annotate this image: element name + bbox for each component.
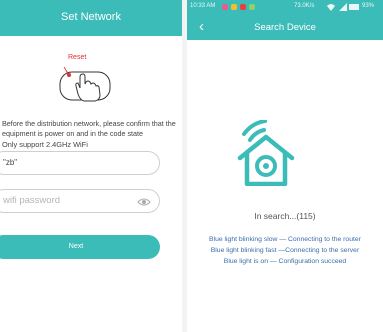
instructions-text: Before the distribution network, please … bbox=[2, 119, 176, 138]
header-bar: Set Network bbox=[0, 0, 182, 36]
legend-item: Blue light blinking slow — Connecting to… bbox=[209, 236, 361, 243]
wifi-signal-icon bbox=[327, 4, 335, 11]
password-field[interactable]: wifi password bbox=[0, 189, 160, 213]
notification-icon bbox=[231, 4, 237, 10]
network-speed: 73.0K/s bbox=[294, 3, 315, 9]
next-button[interactable]: Next bbox=[0, 235, 160, 259]
page-title: Set Network bbox=[61, 11, 121, 23]
search-status: In search...(115) bbox=[254, 211, 316, 221]
password-placeholder: wifi password bbox=[3, 195, 61, 206]
hand-press-reset-icon bbox=[59, 66, 111, 102]
notification-icon bbox=[249, 4, 255, 10]
smart-home-search-icon bbox=[237, 120, 295, 186]
battery-percent: 93% bbox=[362, 3, 375, 9]
ssid-field[interactable]: "zb" bbox=[0, 151, 160, 175]
notification-icon bbox=[222, 4, 228, 10]
reset-label: Reset bbox=[68, 54, 87, 61]
status-time: 10:33 AM bbox=[190, 3, 216, 9]
page-title: Search Device bbox=[254, 22, 316, 33]
ssid-value: "zb" bbox=[3, 158, 18, 167]
battery-icon bbox=[349, 4, 359, 10]
search-device-screen: 10:33 AM 73.0K/s 93% ‹ Search Device In … bbox=[187, 0, 383, 332]
header-bar: ‹ Search Device bbox=[187, 14, 383, 40]
cell-signal-icon bbox=[339, 3, 347, 11]
set-network-screen: Set Network Reset Before the distributio… bbox=[0, 0, 182, 332]
legend-item: Blue light is on — Configuration succeed bbox=[223, 258, 347, 265]
legend-item: Blue light blinking fast —Connecting to … bbox=[210, 247, 360, 254]
only-support-note: Only support 2.4GHz WiFi bbox=[2, 140, 88, 149]
light-status-legend: Blue light blinking slow — Connecting to… bbox=[187, 234, 383, 267]
eye-icon[interactable] bbox=[137, 197, 151, 207]
status-bar: 10:33 AM 73.0K/s 93% bbox=[187, 0, 383, 14]
notification-icon bbox=[240, 4, 246, 10]
